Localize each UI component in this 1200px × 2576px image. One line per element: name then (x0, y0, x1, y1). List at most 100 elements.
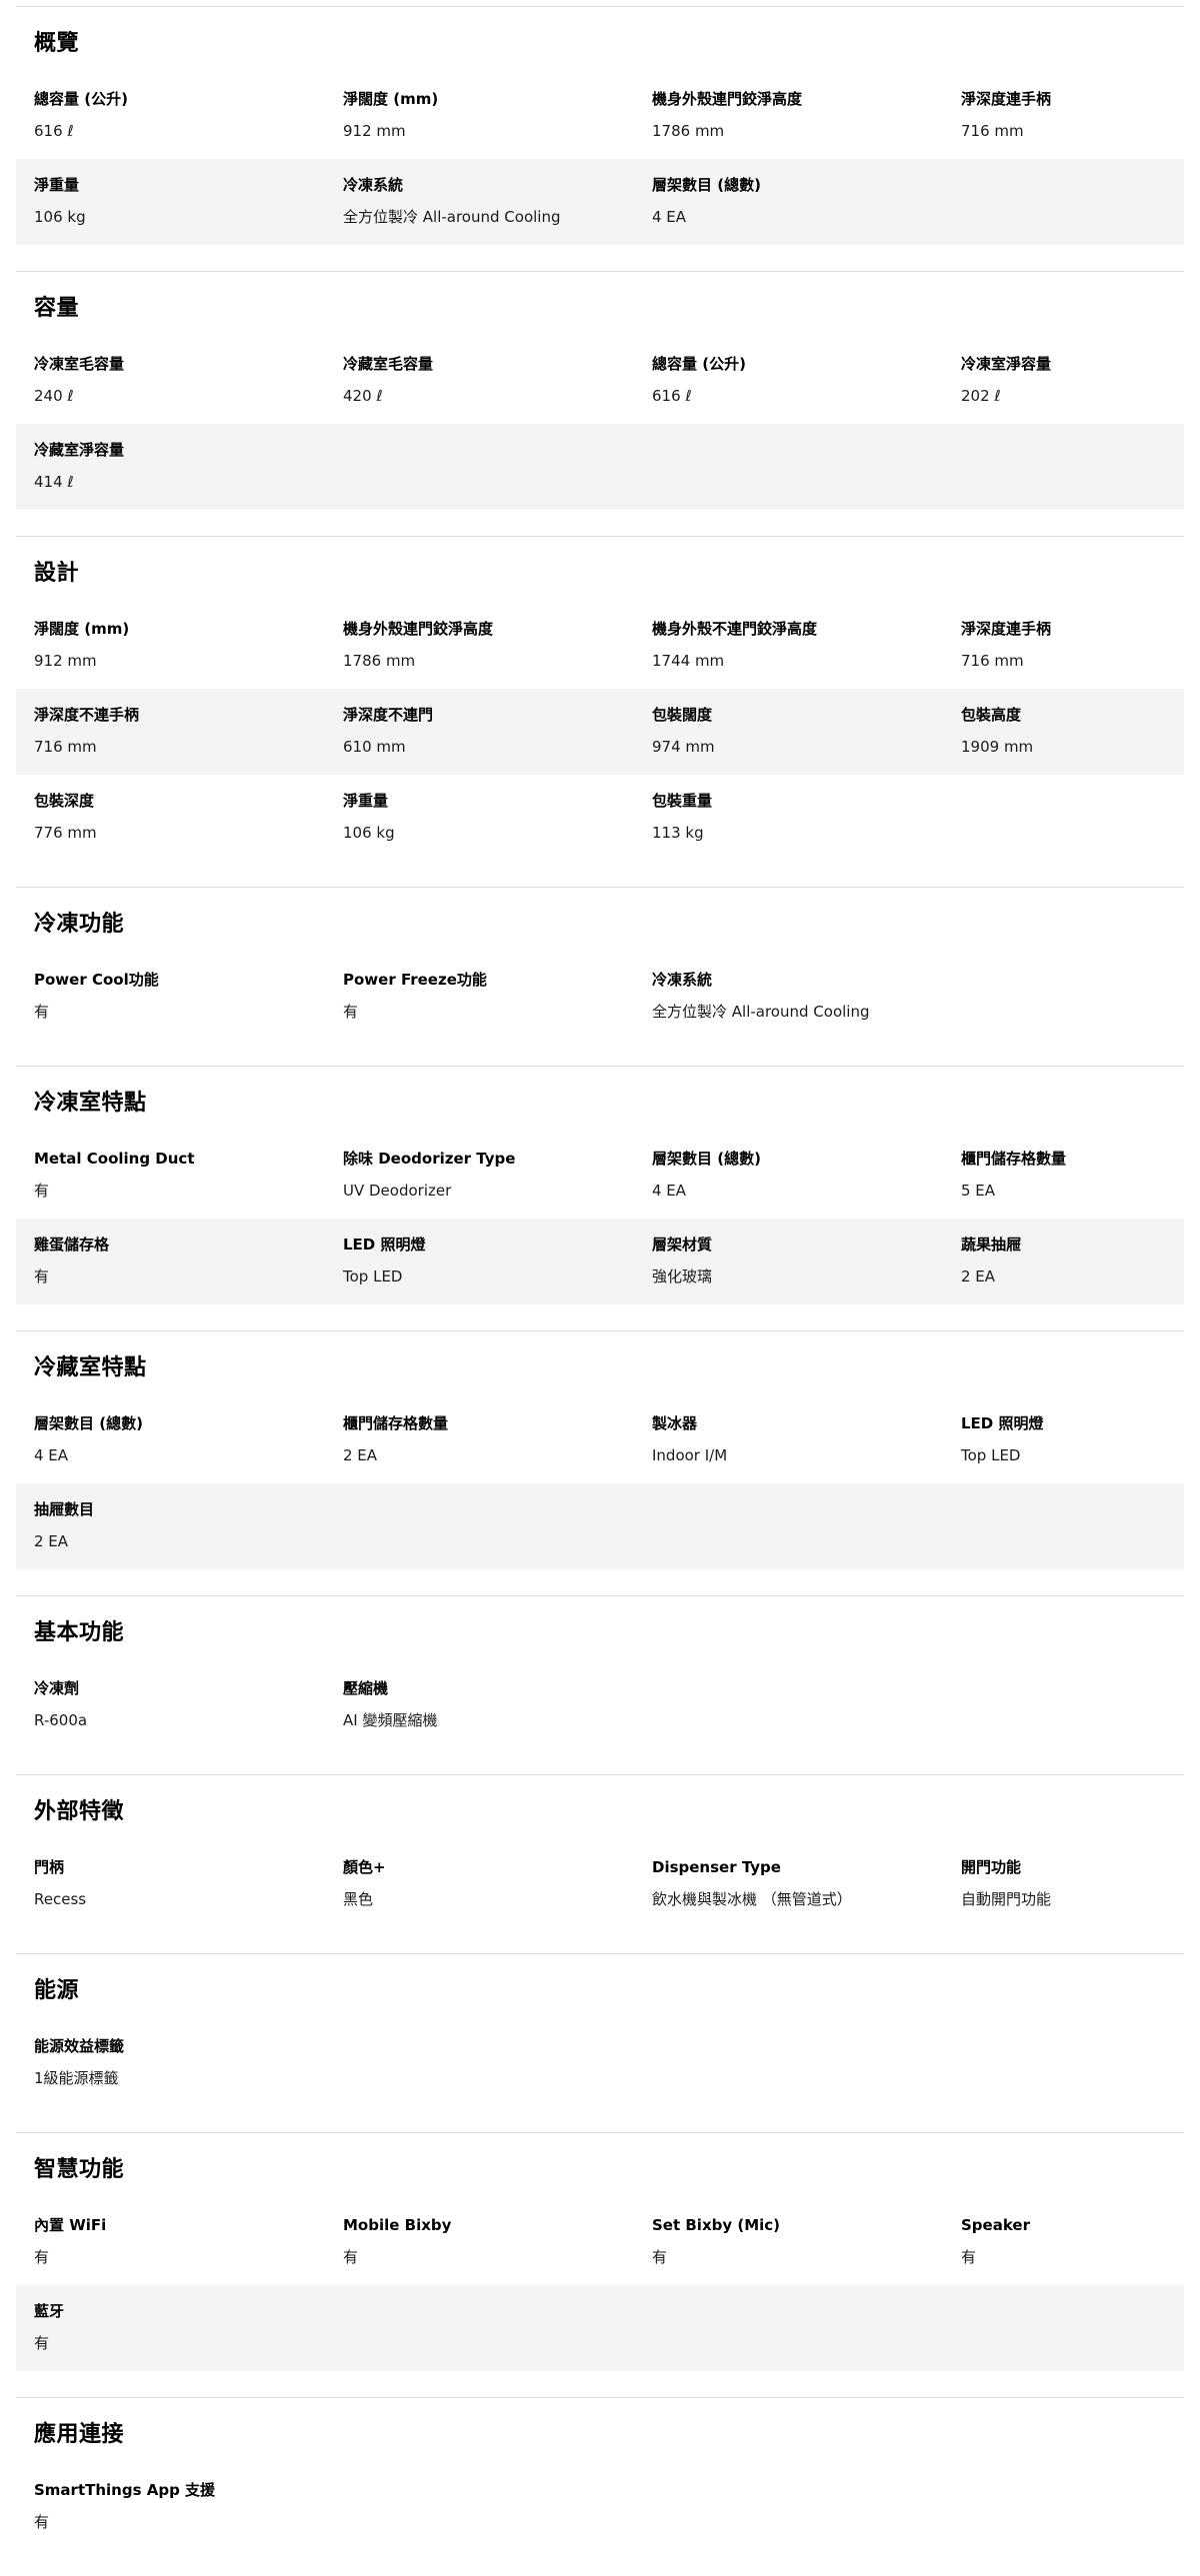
spec-label: 淨深度連手柄 (961, 90, 1052, 108)
spec-section: 設計 淨闊度 (mm) 912 mm 機身外殼連門鉸淨高度 1786 mm 機身外殼不連門… (16, 536, 1184, 887)
spec-label: 製冰器 (652, 1414, 698, 1432)
spec-label: 櫃門儲存格數量 (343, 1414, 449, 1432)
spec-item: Set Bixby (Mic) 有 (652, 2215, 961, 2267)
spec-row: 包裝深度 776 mm 淨重量 106 kg 包裝重量 113 kg (16, 775, 1184, 861)
spec-item: 雞蛋儲存格有 (34, 1235, 343, 1287)
spec-item: 淨重量 106 kg (34, 175, 343, 227)
spec-item: 冷凍系統 全方位製冷 All-around Cooling (652, 970, 882, 1022)
spec-value: 4 EA (652, 208, 687, 226)
spec-label: 機身外殼連門鉸淨高度 (652, 90, 803, 108)
spec-row: 淨重量 106 kg 冷凍系統 全方位製冷 All-around Cooling 層架數… (16, 159, 1184, 245)
spec-row: 藍牙有 (16, 2285, 1184, 2371)
section-title: 能源 (34, 1978, 80, 2003)
spec-item: 機身外殼連門鉸淨高度 1786 mm (652, 89, 961, 141)
spec-value: 202 ℓ (961, 387, 1001, 405)
spec-item: 總容量 (公升) 616 ℓ (34, 89, 343, 141)
spec-label: 包裝深度 (34, 792, 95, 810)
spec-label: 淨深度不連門 (343, 706, 434, 724)
spec-item: 總容量 (公升) 616 ℓ (652, 354, 961, 406)
spec-value: 有 (34, 1003, 50, 1021)
spec-value: 有 (34, 2513, 50, 2531)
section-title: 基本功能 (34, 1620, 125, 1645)
spec-item: 淨闊度 (mm) 912 mm (343, 89, 652, 141)
spec-value: 106 kg (343, 824, 395, 842)
spec-label: 開門功能 (961, 1858, 1022, 1876)
spec-label: 層架數目 (總數) (652, 1150, 761, 1168)
spec-value: 420 ℓ (343, 387, 383, 405)
spec-value: 有 (343, 2248, 359, 2266)
spec-item: SmartThings App 支援有 (34, 2480, 264, 2532)
spec-item: Power Cool功能有 (34, 970, 343, 1022)
spec-value: R-600a (34, 1711, 88, 1729)
spec-item: Dispenser Type 飲水機與製冰機 （無管道式） (652, 1857, 961, 1909)
spec-value: 414 ℓ (34, 473, 74, 491)
spec-value: 1786 mm (343, 652, 416, 670)
spec-item: 顏色+ 黑色 (343, 1857, 652, 1909)
spec-row: 門柄 Recess 顏色+ 黑色 Dispenser Type 飲水機與製冰機 （無管道式… (16, 1841, 1184, 1927)
spec-value: 2 EA (961, 1268, 996, 1286)
spec-label: 淨深度不連手柄 (34, 706, 140, 724)
section-title: 外部特徵 (34, 1799, 125, 1824)
spec-item: 包裝闊度 974 mm (652, 705, 961, 757)
spec-row: 雞蛋儲存格有 LED 照明燈 Top LED 層架材質 強化玻璃 蔬果抽屜 2 EA (16, 1219, 1184, 1304)
spec-item: Speaker 有 (961, 2215, 1191, 2267)
spec-label: Dispenser Type (652, 1858, 781, 1876)
spec-value: 有 (34, 1268, 50, 1286)
spec-label: Set Bixby (Mic) (652, 2216, 781, 2234)
spec-label: Speaker (961, 2216, 1030, 2234)
spec-item: 抽屜數目 2 EA (34, 1499, 264, 1551)
spec-label: SmartThings App 支援 (34, 2481, 216, 2499)
spec-label: 包裝高度 (961, 706, 1022, 724)
spec-label: 總容量 (公升) (652, 355, 746, 373)
spec-label: Power Cool功能 (34, 971, 159, 989)
spec-value: 610 mm (343, 738, 406, 756)
spec-row: 抽屜數目 2 EA (16, 1483, 1184, 1569)
spec-value: 1級能源標籤 (34, 2069, 119, 2087)
spec-value: 912 mm (343, 122, 406, 140)
spec-item: 內置 WiFi 有 (34, 2215, 343, 2267)
spec-item: 層架數目 (總數) 4 EA (652, 175, 882, 227)
spec-value: 有 (34, 1182, 50, 1200)
spec-item: 淨深度連手柄 716 mm (961, 619, 1191, 671)
spec-label: 冷藏室淨容量 (34, 441, 125, 459)
spec-label: 能源效益標籤 (34, 2037, 125, 2055)
spec-item: 淨深度不連門 610 mm (343, 705, 652, 757)
section-title: 冷藏室特點 (34, 1355, 147, 1380)
spec-label: 冷凍室毛容量 (34, 355, 125, 373)
spec-label: 冷凍系統 (343, 176, 404, 194)
spec-item: 包裝深度 776 mm (34, 791, 343, 843)
spec-row: SmartThings App 支援有 (16, 2464, 1184, 2550)
spec-value: 912 mm (34, 652, 97, 670)
section-title: 容量 (34, 296, 80, 321)
spec-label: 藍牙 (34, 2302, 65, 2320)
spec-item: 冷凍劑 R-600a (34, 1678, 343, 1730)
spec-label: 顏色+ (343, 1858, 386, 1876)
spec-row: 冷藏室淨容量 414 ℓ (16, 424, 1184, 510)
spec-label: 總容量 (公升) (34, 90, 128, 108)
spec-item: 開門功能 自動開門功能 (961, 1857, 1191, 1909)
spec-item: 包裝重量 113 kg (652, 791, 882, 843)
spec-label: 冷凍劑 (34, 1679, 80, 1697)
spec-value: 黑色 (343, 1890, 374, 1908)
spec-label: LED 照明燈 (961, 1414, 1044, 1432)
spec-value: AI 變頻壓縮機 (343, 1711, 438, 1729)
spec-value: 2 EA (34, 1532, 69, 1550)
spec-item: 冷凍室毛容量 240 ℓ (34, 354, 343, 406)
spec-row: 總容量 (公升) 616 ℓ 淨闊度 (mm) 912 mm 機身外殼連門鉸淨高度 178… (16, 73, 1184, 159)
section-title: 設計 (34, 561, 80, 586)
spec-item: 冷藏室淨容量 414 ℓ (34, 440, 264, 492)
section-title: 智慧功能 (34, 2157, 125, 2182)
spec-value: Top LED (961, 1446, 1021, 1464)
spec-item: 櫃門儲存格數量 2 EA (343, 1413, 652, 1465)
spec-value: 616 ℓ (34, 122, 74, 140)
spec-section: 冷凍功能 Power Cool功能有 Power Freeze功能有冷凍系統 全方位製… (16, 887, 1184, 1066)
spec-item: Metal Cooling Duct 有 (34, 1149, 343, 1201)
spec-label: 機身外殼不連門鉸淨高度 (652, 620, 818, 638)
spec-value: 有 (34, 2248, 50, 2266)
spec-label: 淨深度連手柄 (961, 620, 1052, 638)
spec-section: 基本功能 冷凍劑 R-600a 壓縮機 AI 變頻壓縮機 (16, 1595, 1184, 1774)
spec-label: LED 照明燈 (343, 1236, 426, 1254)
spec-item: 能源效益標籤 1級能源標籤 (34, 2036, 264, 2088)
spec-item: 製冰器 Indoor I/M (652, 1413, 961, 1465)
spec-row: 淨深度不連手柄 716 mm 淨深度不連門 610 mm 包裝闊度 974 mm 包裝高度 1… (16, 689, 1184, 775)
